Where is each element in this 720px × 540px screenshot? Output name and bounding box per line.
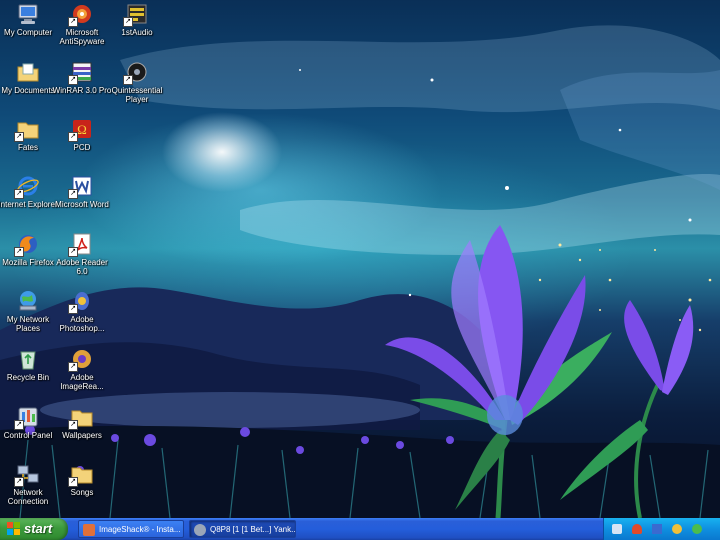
computer-icon [18, 4, 38, 24]
shortcut-arrow-icon: ↗ [68, 304, 78, 314]
desktop-icon-quintessential-player[interactable]: ↗ Quintessential Player [105, 60, 169, 104]
shortcut-arrow-icon: ↗ [14, 420, 24, 430]
windows-logo-icon [7, 522, 20, 535]
icon-label: Wallpapers [62, 431, 102, 440]
icon-label: Microsoft Word [55, 200, 109, 209]
desktop-icon-adobe-imageready[interactable]: ↗ Adobe ImageRea... [50, 347, 114, 391]
shortcut-arrow-icon: ↗ [68, 247, 78, 257]
antivirus-icon[interactable] [672, 524, 682, 534]
icon-label: Adobe Photoshop... [59, 315, 105, 333]
shortcut-arrow-icon: ↗ [14, 247, 24, 257]
system-tray [603, 518, 720, 540]
task-label: Q8P8 [1 [1 Bet...] Yank... [210, 525, 296, 534]
shortcut-arrow-icon: ↗ [68, 477, 78, 487]
desktop-icon-microsoft-word[interactable]: ↗ Microsoft Word [50, 174, 114, 209]
network-icon[interactable] [652, 524, 662, 534]
shortcut-arrow-icon: ↗ [68, 75, 78, 85]
desktop-icon-wallpapers[interactable]: ↗ Wallpapers [50, 405, 114, 440]
icon-label: Adobe ImageRea... [60, 373, 104, 391]
desktop-icon-adobe-photoshop[interactable]: ↗ Adobe Photoshop... [50, 289, 114, 333]
app-icon [194, 524, 206, 536]
shortcut-arrow-icon: ↗ [14, 132, 24, 142]
icon-label: Quintessential Player [111, 86, 163, 104]
svg-text:Ω: Ω [77, 122, 87, 137]
taskbar-button-imageshack[interactable]: ImageShack® - Insta... [78, 520, 184, 538]
desktop-wallpaper: My Computer My Documents ↗ Fates ↗ Inter… [0, 0, 720, 518]
icon-label: 1stAudio [121, 28, 153, 37]
shortcut-arrow-icon: ↗ [68, 189, 78, 199]
desktop-icon-1staudio[interactable]: ↗ 1stAudio [105, 2, 169, 37]
taskbar-button-active-window[interactable]: Q8P8 [1 [1 Bet...] Yank... [189, 520, 296, 538]
icon-label: PCD [73, 143, 91, 152]
network-places-icon [19, 291, 37, 311]
shortcut-arrow-icon: ↗ [123, 75, 133, 85]
browser-icon [83, 524, 95, 536]
shortcut-arrow-icon: ↗ [14, 477, 24, 487]
icon-label: Adobe Reader 6.0 [56, 258, 108, 276]
desktop-icon-adobe-reader[interactable]: ↗ Adobe Reader 6.0 [50, 232, 114, 276]
shortcut-arrow-icon: ↗ [68, 17, 78, 27]
desktop-icon-songs[interactable]: ↗ Songs [50, 462, 114, 497]
recycle-bin-icon [20, 351, 36, 370]
shortcut-arrow-icon: ↗ [123, 17, 133, 27]
documents-folder-icon [17, 63, 39, 82]
icon-label: Songs [70, 488, 94, 497]
shortcut-arrow-icon: ↗ [68, 362, 78, 372]
task-label: ImageShack® - Insta... [99, 525, 181, 534]
desktop-icon-pcd[interactable]: Ω ↗ PCD [50, 117, 114, 152]
messenger-icon[interactable] [692, 524, 702, 534]
shortcut-arrow-icon: ↗ [14, 189, 24, 199]
speaker-icon[interactable] [612, 524, 622, 534]
start-label: start [24, 521, 53, 536]
start-button[interactable]: start [0, 518, 68, 540]
shortcut-arrow-icon: ↗ [68, 132, 78, 142]
shield-icon[interactable] [632, 524, 642, 534]
taskbar: start ImageShack® - Insta... Q8P8 [1 [1 … [0, 518, 720, 540]
shortcut-arrow-icon: ↗ [68, 420, 78, 430]
